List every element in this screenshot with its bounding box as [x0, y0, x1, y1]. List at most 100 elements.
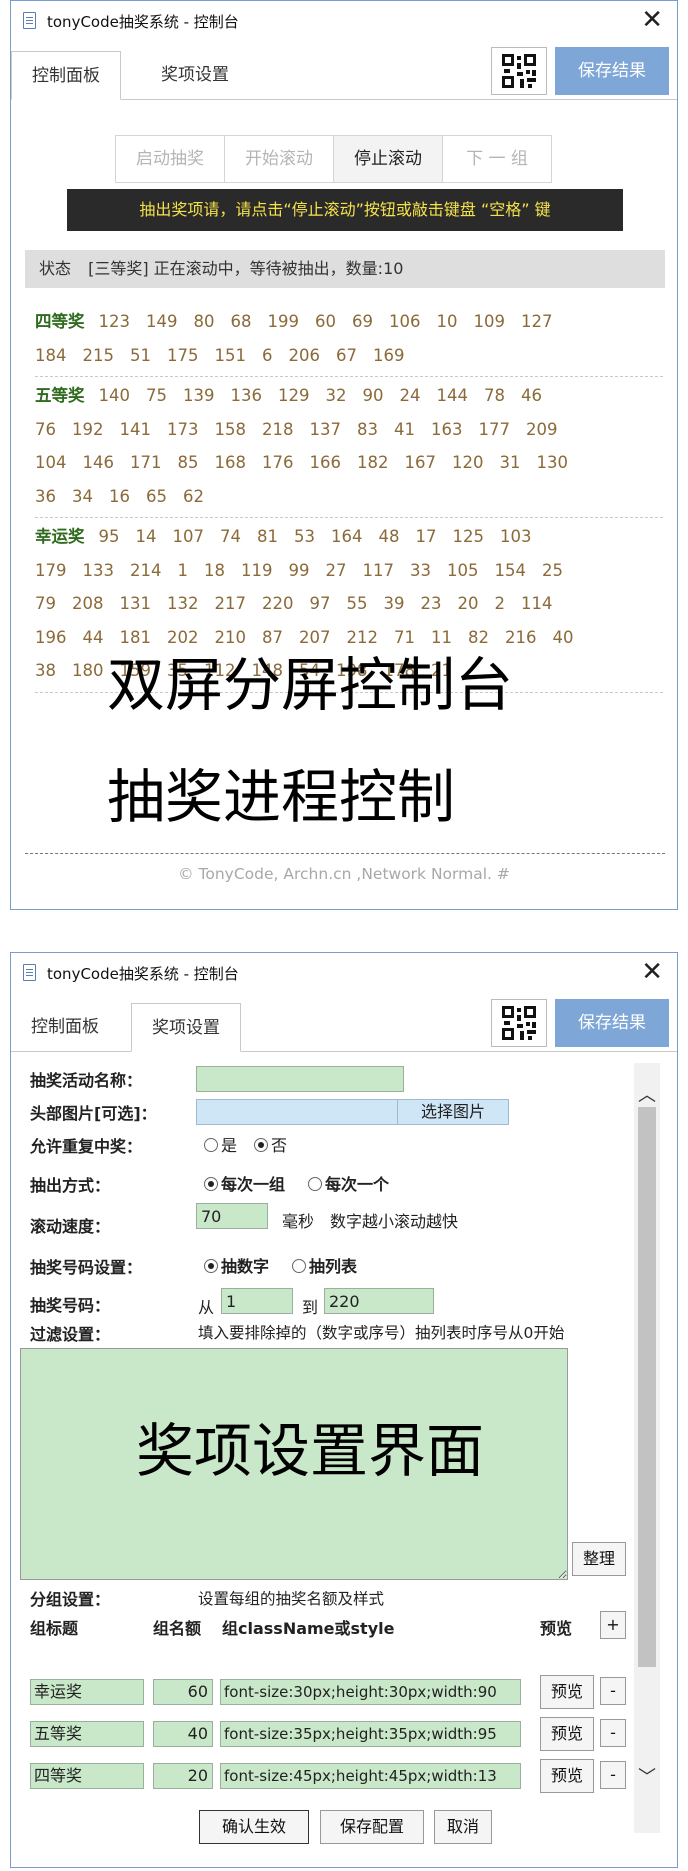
save-config-button[interactable]: 保存配置: [320, 1810, 424, 1844]
add-group-button[interactable]: +: [600, 1611, 626, 1639]
winning-number: 53: [294, 527, 315, 546]
winning-number: 44: [82, 627, 104, 647]
winning-number: 199: [267, 312, 300, 331]
group-preview-button[interactable]: 预览: [540, 1675, 594, 1709]
group-title-input[interactable]: 幸运奖: [30, 1679, 144, 1705]
group-title-input[interactable]: 四等奖: [30, 1763, 144, 1789]
winning-number: 99: [288, 560, 310, 580]
scroll-up-arrow-icon[interactable]: ︿: [634, 1081, 660, 1107]
group-quota-input[interactable]: 40: [153, 1721, 213, 1747]
close-icon[interactable]: ✕: [641, 5, 663, 35]
column-header-style: 组className或style: [222, 1619, 395, 1638]
winning-number: 184: [35, 345, 67, 365]
winning-number: 85: [177, 453, 199, 472]
winning-number: 217: [214, 594, 247, 613]
group-style-input[interactable]: font-size:30px;height:30px;width:90: [220, 1679, 521, 1705]
from-input[interactable]: [221, 1288, 293, 1314]
winning-number: 125: [452, 527, 485, 546]
speed-input[interactable]: [196, 1203, 268, 1229]
remove-group-button[interactable]: -: [600, 1761, 626, 1789]
winning-number: 196: [35, 627, 67, 647]
choose-image-button[interactable]: 选择图片: [397, 1099, 509, 1125]
radio-icon[interactable]: [308, 1177, 322, 1191]
prize-number-line: 104 146 171 85 168 176 166 182 167 120 31 130: [35, 446, 663, 480]
prize-group-name: 幸运奖: [35, 527, 85, 546]
qr-code-button[interactable]: [491, 47, 547, 95]
winning-number: 214: [130, 560, 162, 580]
header-image-path-field[interactable]: [196, 1099, 400, 1125]
tab-prize-settings[interactable]: 奖项设置: [141, 51, 249, 99]
cancel-button[interactable]: 取消: [434, 1810, 492, 1844]
prize-number-line: 196 44 181 202 210 87 207 212 71 11 82 216 40: [35, 621, 663, 655]
activity-name-input[interactable]: [196, 1066, 404, 1092]
next-group-button[interactable]: 下 一 组: [442, 135, 552, 183]
speed-hint: 数字越小滚动越快: [330, 1212, 459, 1231]
radio-selected-icon[interactable]: [254, 1138, 268, 1152]
column-header-quota: 组名额: [153, 1619, 202, 1638]
winning-number: 123: [98, 312, 131, 331]
winning-number: 212: [346, 627, 379, 647]
column-header-title: 组标题: [30, 1619, 79, 1638]
number-setting-label: 抽奖号码设置：: [30, 1258, 143, 1277]
winning-number: 208: [72, 594, 104, 613]
settings-scrollbar[interactable]: ︿ ﹀: [634, 1063, 660, 1833]
winning-number: 210: [214, 627, 247, 647]
scroll-down-arrow-icon[interactable]: ﹀: [634, 1763, 660, 1789]
group-preview-button[interactable]: 预览: [540, 1717, 594, 1751]
save-results-button[interactable]: 保存结果: [555, 47, 669, 95]
tab-bar: 控制面板 奖项设置 保存结果: [11, 993, 677, 1052]
control-button-group: 启动抽奖 开始滚动 停止滚动 下 一 组: [115, 135, 552, 183]
group-style-input[interactable]: font-size:35px;height:35px;width:95: [220, 1721, 521, 1747]
to-input[interactable]: [324, 1288, 434, 1314]
winning-number: 133: [82, 560, 115, 580]
confirm-apply-button[interactable]: 确认生效: [199, 1810, 309, 1844]
winning-number: 131: [119, 594, 152, 613]
winning-number: 27: [325, 560, 347, 580]
yes-label: 是: [221, 1136, 238, 1155]
remove-group-button[interactable]: -: [600, 1719, 626, 1747]
start-roll-button[interactable]: 开始滚动: [224, 135, 334, 183]
winning-number: 207: [299, 627, 331, 647]
radio-icon[interactable]: [204, 1138, 218, 1152]
group-title-input[interactable]: 五等奖: [30, 1721, 144, 1747]
no-label: 否: [271, 1136, 288, 1155]
overlay-caption-dual-screen: 双屏分屏控制台: [107, 651, 514, 719]
radio-selected-icon[interactable]: [204, 1177, 218, 1191]
group-preview-button[interactable]: 预览: [540, 1759, 594, 1793]
draw-mode-group[interactable]: 每次一组: [204, 1171, 285, 1195]
allow-repeat-yes[interactable]: 是: [204, 1132, 237, 1156]
winning-number: 202: [167, 627, 199, 647]
radio-icon[interactable]: [292, 1259, 306, 1273]
group-quota-input[interactable]: 20: [153, 1763, 213, 1789]
prize-number-line: 79 208 131 132 217 220 97 55 39 23 20 2 114: [35, 587, 663, 621]
radio-selected-icon[interactable]: [204, 1259, 218, 1273]
qr-code-button[interactable]: [491, 999, 547, 1047]
save-results-button[interactable]: 保存结果: [555, 999, 669, 1047]
tidy-button[interactable]: 整理: [572, 1542, 626, 1576]
by-number-option[interactable]: 抽数字: [204, 1253, 269, 1277]
group-quota-input[interactable]: 60: [153, 1679, 213, 1705]
filter-label: 过滤设置：: [30, 1325, 111, 1344]
close-icon[interactable]: ✕: [641, 957, 663, 987]
title-bar: tonyCode抽奖系统 - 控制台 ✕: [11, 1, 677, 41]
winning-number: 65: [146, 486, 167, 506]
draw-mode-single[interactable]: 每次一个: [308, 1171, 389, 1195]
group-style-input[interactable]: font-size:45px;height:45px;width:13: [220, 1763, 521, 1789]
tab-control-panel[interactable]: 控制面板: [11, 1003, 119, 1051]
scrollbar-thumb[interactable]: [638, 1107, 656, 1667]
prize-number-line: 76 192 141 173 158 218 137 83 41 163 177 209: [35, 413, 663, 447]
tab-control-panel[interactable]: 控制面板: [11, 51, 121, 100]
allow-repeat-no[interactable]: 否: [254, 1132, 287, 1156]
by-list-option[interactable]: 抽列表: [292, 1253, 357, 1277]
to-label: 到: [302, 1298, 319, 1317]
winning-number: 33: [410, 560, 431, 580]
winning-number: 97: [309, 594, 331, 613]
winning-number: 163: [431, 419, 463, 439]
tab-prize-settings[interactable]: 奖项设置: [131, 1003, 241, 1052]
prize-group-name: 五等奖: [35, 386, 85, 405]
remove-group-button[interactable]: -: [600, 1677, 626, 1705]
stop-roll-button[interactable]: 停止滚动: [333, 135, 443, 183]
status-bar: 状态 [三等奖] 正在滚动中，等待被抽出，数量:10: [25, 250, 665, 288]
prize-number-line: 179 133 214 1 18 119 99 27 117 33 105 154 25: [35, 554, 663, 588]
start-draw-button[interactable]: 启动抽奖: [115, 135, 225, 183]
